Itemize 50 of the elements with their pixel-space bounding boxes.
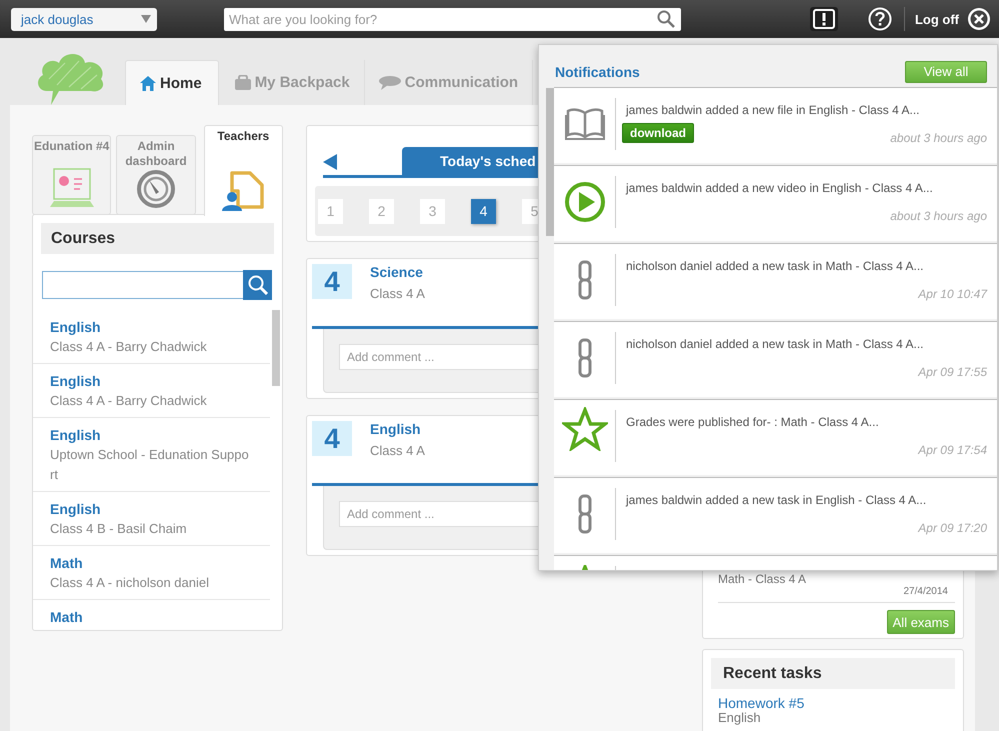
course-link[interactable]: Math xyxy=(50,553,270,573)
notification-time: about 3 hours ago xyxy=(890,131,987,145)
notification-time: Apr 10 10:47 xyxy=(918,287,987,301)
course-detail: Uptown School - Edunation Suppo rt xyxy=(50,446,250,484)
dashboard-tile[interactable]: Edunation #4 xyxy=(32,135,112,215)
notification-item[interactable]: Grades were published for- : Math - Class 4 A... Apr 09 17:54 xyxy=(554,399,997,475)
lesson-subject[interactable]: Science xyxy=(370,264,425,280)
panel-heading: Recent tasks xyxy=(711,658,955,689)
nav-tab[interactable]: Home xyxy=(125,60,219,105)
lesson-class: Class 4 A xyxy=(370,443,425,458)
download-button[interactable]: download xyxy=(622,123,694,143)
notification-time: Apr 09 17:55 xyxy=(918,365,987,379)
panel-heading: Courses xyxy=(41,223,274,254)
dashboard-tile[interactable]: Teachers xyxy=(204,125,283,216)
course-detail: Class 4 A - Barry Chadwick xyxy=(50,338,208,356)
course-link[interactable]: English xyxy=(50,317,270,337)
exam-date: 27/4/2014 xyxy=(902,586,948,597)
course-link[interactable]: English xyxy=(50,371,270,391)
notification-time: about 3 hours ago xyxy=(890,209,987,223)
log-off-link[interactable]: Log off xyxy=(914,12,964,26)
dashboard-tile[interactable]: Admin dashboard xyxy=(116,135,196,215)
notification-item[interactable]: nicholson daniel added a new task in Math - Class 4 A... Apr 10 10:47 xyxy=(554,243,997,319)
period-number: 4 xyxy=(312,421,352,456)
schedule-tab[interactable]: Today's sched xyxy=(402,147,540,175)
notification-item[interactable]: james baldwin added a new video in English - Class 4 A... about 3 hours ago xyxy=(554,165,997,241)
notification-item[interactable]: james baldwin added a new task in English - Class 4 A... Apr 09 17:20 xyxy=(554,477,997,553)
notification-text: nicholson daniel added a new task in Math - Class 4 A... xyxy=(626,259,925,273)
exam-class: Math - Class 4 A xyxy=(718,572,808,586)
search-field[interactable]: What are you looking for? xyxy=(224,8,681,30)
lesson-subject[interactable]: English xyxy=(370,421,425,437)
notification-text: Grades were published for- : Math - Class 4 A... xyxy=(626,415,880,429)
course-detail: Class 4 A - Barry Chadwick xyxy=(50,392,208,410)
task-link[interactable]: Homework #5 xyxy=(718,695,955,711)
notification-text: james baldwin added a new file in English - Class 4 A... xyxy=(626,103,920,117)
course-link[interactable]: English xyxy=(50,425,270,445)
notification-item[interactable]: james baldwin added a new file in English - Class 4 A... download about 3 hours ago xyxy=(554,87,997,163)
period-number: 4 xyxy=(312,264,352,299)
notification-text: james baldwin added a new video in English - Class 4 A... xyxy=(626,181,934,195)
lesson-class: Class 4 A xyxy=(370,286,425,301)
notification-time: Apr 09 17:20 xyxy=(918,521,987,535)
course-link[interactable]: English xyxy=(50,499,270,519)
course-link[interactable]: Math xyxy=(50,607,270,627)
course-detail: Class 4 A - nicholson daniel xyxy=(50,574,210,592)
user-dropdown[interactable]: jack douglas xyxy=(11,8,157,30)
notification-time: Apr 09 17:54 xyxy=(918,443,987,457)
day-button[interactable]: 4 xyxy=(471,198,496,224)
task-subject: English xyxy=(718,711,762,725)
course-detail: Class 4 B - Basil Chaim xyxy=(50,520,188,538)
notification-item[interactable]: nicholson daniel added a new task in Math - Class 4 A... Apr 09 17:55 xyxy=(554,321,997,397)
notifications-title: Notifications xyxy=(555,64,640,80)
